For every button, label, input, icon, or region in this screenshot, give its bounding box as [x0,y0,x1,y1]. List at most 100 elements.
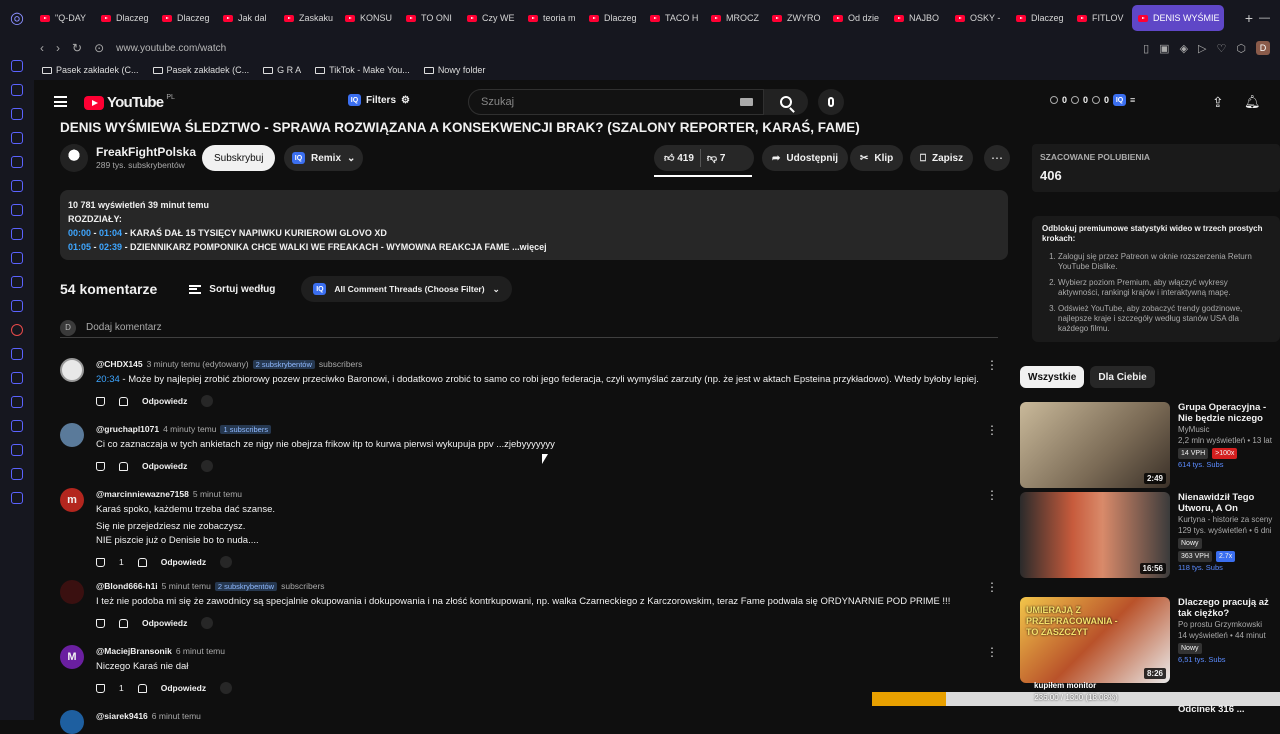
voice-search-button[interactable] [818,89,844,115]
chapter-start-link[interactable]: 01:05 [68,242,91,252]
comment-time[interactable]: 3 minuty temu (edytowany) [147,359,249,369]
sidebar-app-icon[interactable] [11,156,23,168]
thread-filter-dropdown[interactable]: IQ All Comment Threads (Choose Filter) ⌄ [301,276,512,302]
thread-mini-icon[interactable] [201,395,214,407]
dislike-button[interactable]: 👎︎ 7 [707,152,726,164]
play-icon[interactable]: ▷ [1198,42,1206,55]
sidebar-app-icon[interactable] [11,444,23,456]
reply-button[interactable]: Odpowiedz [161,683,206,693]
browser-logo-icon[interactable]: ◎ [0,0,34,36]
search-input[interactable]: Szukaj [468,89,764,115]
puzzle-icon[interactable]: ⬡ [1236,42,1246,55]
reload-icon[interactable]: ↻ [72,41,82,55]
add-comment-field[interactable]: D Dodaj komentarz [60,318,998,338]
search-button[interactable] [764,89,808,115]
sidebar-app-icon[interactable] [11,492,23,504]
browser-tab[interactable]: Dlaczeg [95,5,156,31]
chapter-end-link[interactable]: 02:39 [99,242,122,252]
channel-name[interactable]: Po prostu Grzymkowski [1178,619,1280,630]
sidebar-app-icon[interactable] [11,396,23,408]
reply-button[interactable]: Odpowiedz [142,618,187,628]
video-title[interactable]: Grupa Operacyjna - Nie będzie niczego [1178,402,1280,424]
like-icon[interactable] [96,461,105,471]
sidebar-app-icon[interactable] [11,372,23,384]
bookmark-item[interactable]: G R A [263,65,301,75]
browser-tab[interactable]: Zaskaku [278,5,339,31]
browser-tab[interactable]: teoria m [522,5,583,31]
bookmark-icon[interactable]: ▯ [1143,42,1149,55]
sidebar-app-icon[interactable] [11,324,23,336]
browser-tab[interactable]: Od dzie [827,5,888,31]
like-icon[interactable] [96,396,105,406]
sidebar-app-icon[interactable] [11,276,23,288]
browser-tab-active[interactable]: DENIS WYŚMIE [1132,5,1224,31]
browser-tab[interactable]: KONSU [339,5,400,31]
comment-time[interactable]: 5 minut temu [193,489,242,499]
channel-name[interactable]: FreakFightPolska [96,145,196,159]
comment-avatar[interactable] [60,358,84,382]
browser-tab[interactable]: NAJBO [888,5,949,31]
remix-button[interactable]: IQ Remix ⌄ [284,145,364,171]
comment-author[interactable]: @gruchapl1071 [96,424,159,434]
browser-tab[interactable]: Dlaczeg [156,5,217,31]
thread-mini-icon[interactable] [201,617,214,629]
youtube-logo[interactable]: YouTube PL [84,94,175,111]
bookmark-item[interactable]: Pasek zakładek (C... [42,65,139,75]
comment-avatar[interactable]: M [60,645,84,669]
reply-button[interactable]: Odpowiedz [142,461,187,471]
video-thumbnail[interactable]: 2:49 [1020,402,1170,488]
recommended-video[interactable]: UMIERAJĄ Z PRZEPRACOWANIA - TO ZASZCZYT 8… [1020,597,1280,683]
reply-button[interactable]: Odpowiedz [142,396,187,406]
video-thumbnail[interactable]: 16:56 [1020,492,1170,578]
comment-author[interactable]: @Blond666-h1i [96,581,158,591]
comment-avatar[interactable] [60,580,84,604]
video-title[interactable]: Nienawidził Tego Utworu, A On Uratowa... [1178,492,1280,514]
browser-tab[interactable]: OSKY - [949,5,1010,31]
chip-all[interactable]: Wszystkie [1020,366,1085,388]
sidebar-app-icon[interactable] [11,420,23,432]
chapter-end-link[interactable]: 01:04 [99,228,122,238]
browser-tab[interactable]: Jak dal [217,5,278,31]
browser-tab[interactable]: MROCZ [705,5,766,31]
heart-icon[interactable]: ♡ [1217,42,1227,55]
comment-author[interactable]: @MaciejBransonik [96,646,172,656]
more-actions-button[interactable]: ⋯ [984,145,1010,171]
sort-button[interactable]: Sortuj według [189,284,275,295]
forward-icon[interactable]: › [56,41,60,55]
new-tab-button[interactable]: + [1239,10,1259,26]
comment-time[interactable]: 6 minut temu [176,646,225,656]
site-info-icon[interactable]: ⊙ [94,41,104,55]
bookmark-item[interactable]: Pasek zakładek (C... [152,65,249,75]
bookmark-item[interactable]: Nowy folder [423,65,485,75]
filters-button[interactable]: IQ Filters ⚙ [348,94,410,106]
shield-icon[interactable]: ◈ [1180,42,1188,55]
chapter-start-link[interactable]: 00:00 [68,228,91,238]
chip-for-you[interactable]: Dla Ciebie [1090,366,1155,388]
recommended-video[interactable]: 2:49 Grupa Operacyjna - Nie będzie niczeg… [1020,402,1280,488]
sidebar-app-icon[interactable] [11,468,23,480]
sidebar-app-icon[interactable] [11,108,23,120]
dislike-icon[interactable] [119,396,128,406]
sidebar-app-icon[interactable] [11,348,23,360]
url-field[interactable]: www.youtube.com/watch [116,43,226,54]
recommended-video[interactable]: 16:56 Nienawidził Tego Utworu, A On Urato… [1020,492,1280,578]
bookmark-item[interactable]: TikTok - Make You... [315,65,410,75]
browser-tab[interactable]: Dlaczeg [1010,5,1071,31]
subscribe-button[interactable]: Subskrybuj [202,145,276,171]
channel-name[interactable]: MyMusic [1178,424,1280,435]
clip-button[interactable]: ✂ Klip [850,145,904,171]
sidebar-app-icon[interactable] [11,132,23,144]
timestamp-link[interactable]: 20:34 [96,374,120,385]
video-title[interactable]: Dlaczego pracują aż tak ciężko? Pracohol… [1178,597,1280,619]
list-icon[interactable]: ≡ [1130,95,1135,105]
sidebar-app-icon[interactable] [11,228,23,240]
browser-tab[interactable]: ZWYRO [766,5,827,31]
comment-time[interactable]: 5 minut temu [162,581,211,591]
comment-avatar[interactable]: m [60,488,84,512]
comment-time[interactable]: 4 minuty temu [163,424,216,434]
show-more-link[interactable]: ...więcej [512,242,547,252]
comment-avatar[interactable] [60,423,84,447]
profile-avatar[interactable]: D [1256,41,1270,55]
dislike-icon[interactable] [137,557,147,567]
browser-tab[interactable]: Czy WE [461,5,522,31]
